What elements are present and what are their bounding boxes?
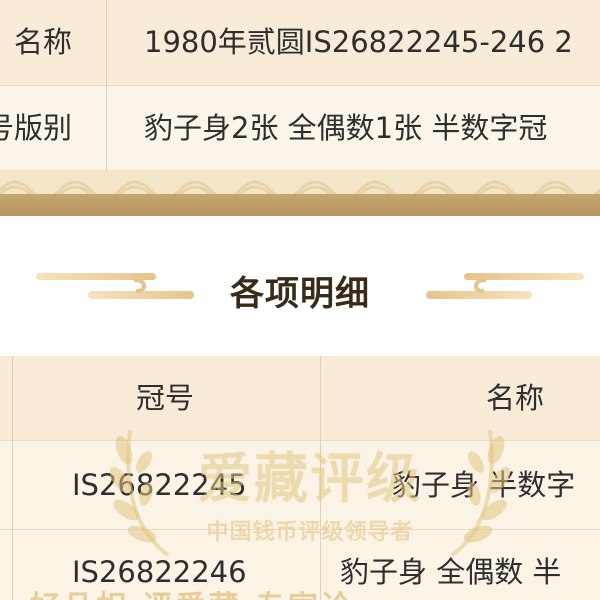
serial-cell: IS26822245: [72, 468, 247, 502]
summary-row-name: 名称 1980年贰圆IS26822245-246 2: [0, 0, 600, 85]
column-divider: [106, 0, 107, 170]
column-divider: [12, 356, 13, 600]
table-row: IS26822245 豹子身 半数字: [0, 441, 600, 529]
header-name: 名称: [485, 381, 544, 415]
details-header-row: 冠号 名称: [0, 356, 600, 440]
summary-label-name: 名称: [13, 25, 72, 59]
name-cell: 豹子身 半数字: [392, 468, 576, 502]
column-divider: [320, 356, 321, 600]
watermark-slogan: 好品相 评爱藏 专家论: [30, 582, 354, 600]
summary-value-version: 豹子身2张 全偶数1张 半数字冠: [144, 111, 548, 145]
summary-label-version: 号版别: [0, 111, 72, 145]
decorative-pattern-band: [0, 170, 600, 194]
details-table: 冠号 名称 IS26822245 豹子身 半数字 IS26822246 豹子身 …: [0, 356, 600, 600]
summary-row-version: 号版别 豹子身2张 全偶数1张 半数字冠: [0, 86, 600, 171]
summary-value-name: 1980年贰圆IS26822245-246 2: [144, 25, 573, 59]
header-serial: 冠号: [135, 381, 194, 415]
summary-table: 名称 1980年贰圆IS26822245-246 2 号版别 豹子身2张 全偶数…: [0, 0, 600, 171]
gold-divider-bar: [0, 194, 600, 216]
cloud-ornament-icon: [426, 273, 584, 299]
name-cell: 豹子身 全偶数 半: [340, 555, 562, 589]
section-header: 各项明细: [0, 216, 600, 356]
